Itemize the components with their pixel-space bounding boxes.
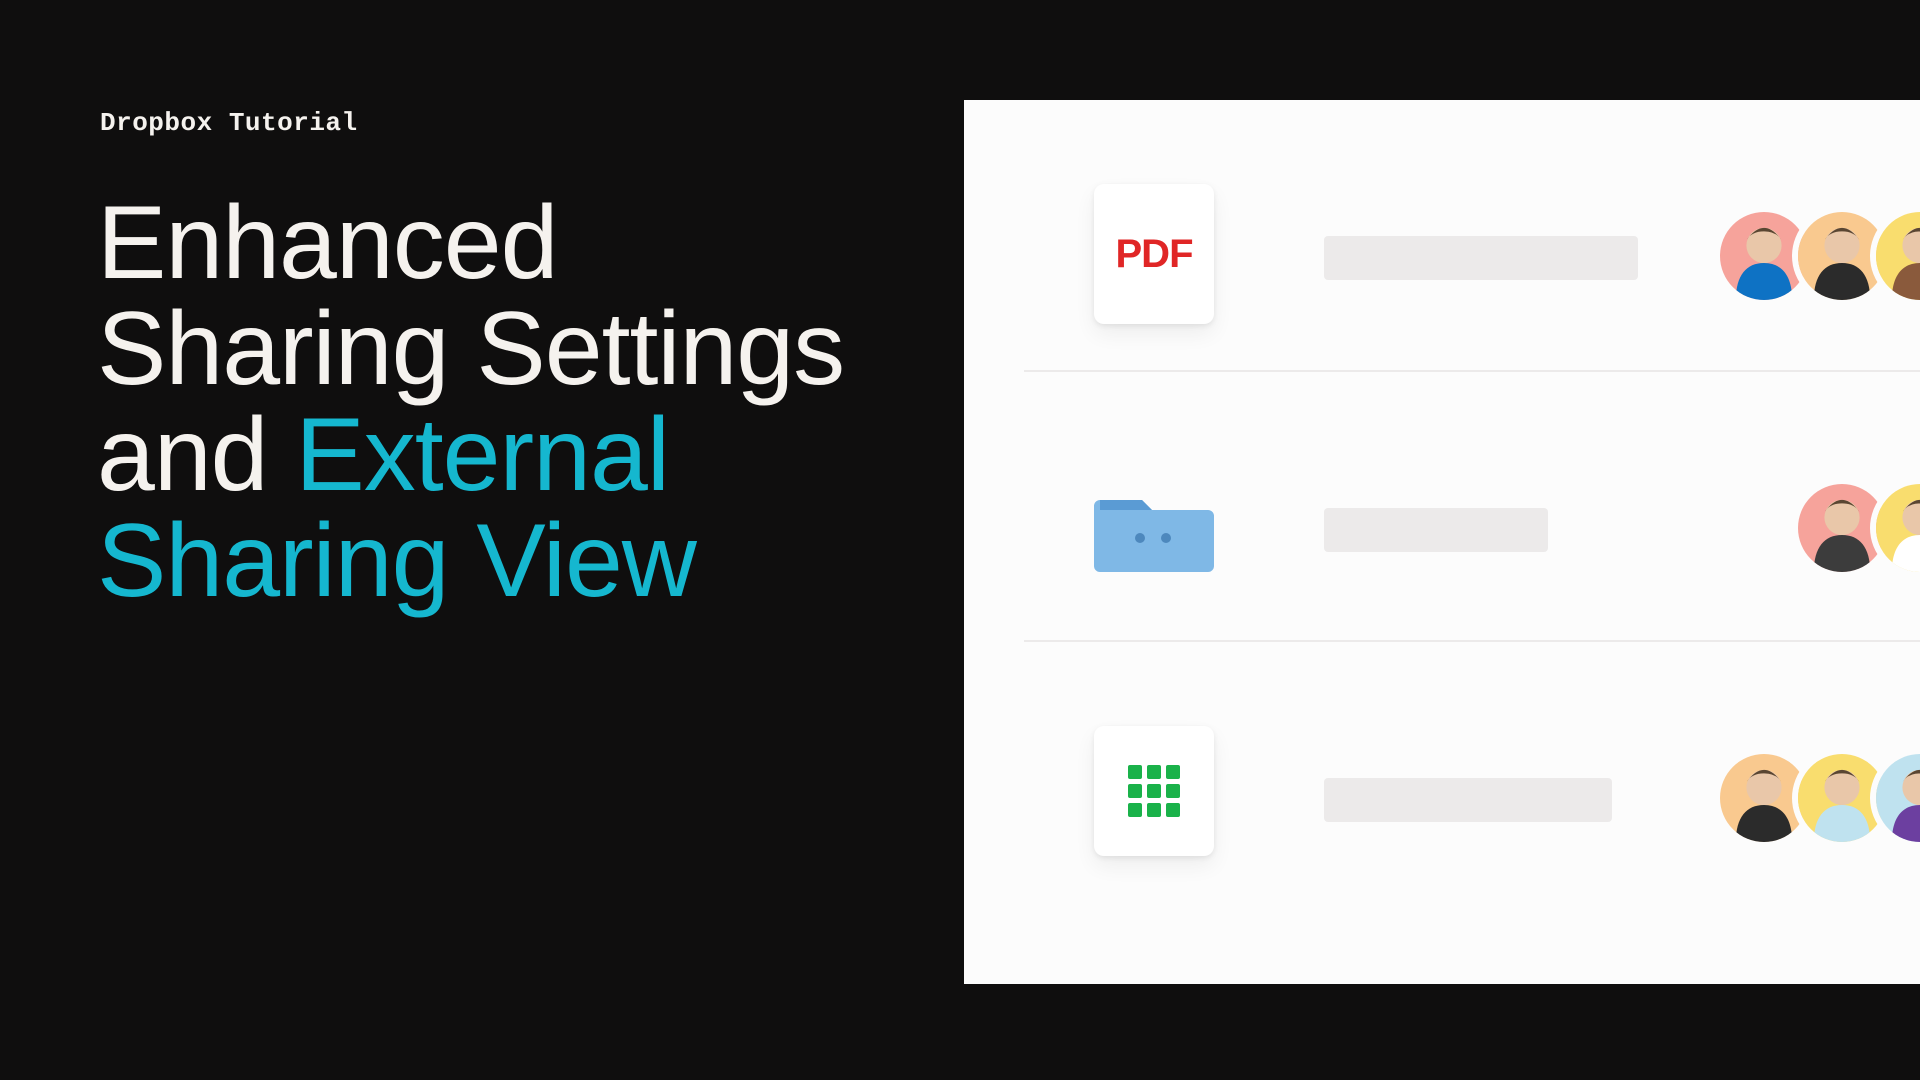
tutorial-slide: Dropbox Tutorial Enhanced Sharing Settin… (0, 0, 1920, 1080)
shared-with-avatars (1814, 478, 1920, 578)
shared-with-avatars (1736, 748, 1920, 848)
pdf-file-icon: PDF (1094, 184, 1214, 324)
pdf-label: PDF (1116, 232, 1193, 277)
file-row-spreadsheet (1024, 640, 1920, 910)
sharing-illustration-panel: PDF (964, 100, 1920, 984)
shared-folder-icon (1094, 476, 1214, 576)
filename-placeholder (1324, 508, 1548, 552)
filename-placeholder (1324, 236, 1638, 280)
filename-placeholder (1324, 778, 1612, 822)
headline: Enhanced Sharing Settings and External S… (97, 190, 857, 614)
grid-icon (1128, 765, 1180, 817)
spreadsheet-file-icon (1094, 726, 1214, 856)
file-row-pdf: PDF (964, 100, 1920, 370)
shared-with-avatars (1736, 206, 1920, 306)
eyebrow: Dropbox Tutorial (100, 108, 358, 138)
file-row-folder (1024, 370, 1920, 640)
